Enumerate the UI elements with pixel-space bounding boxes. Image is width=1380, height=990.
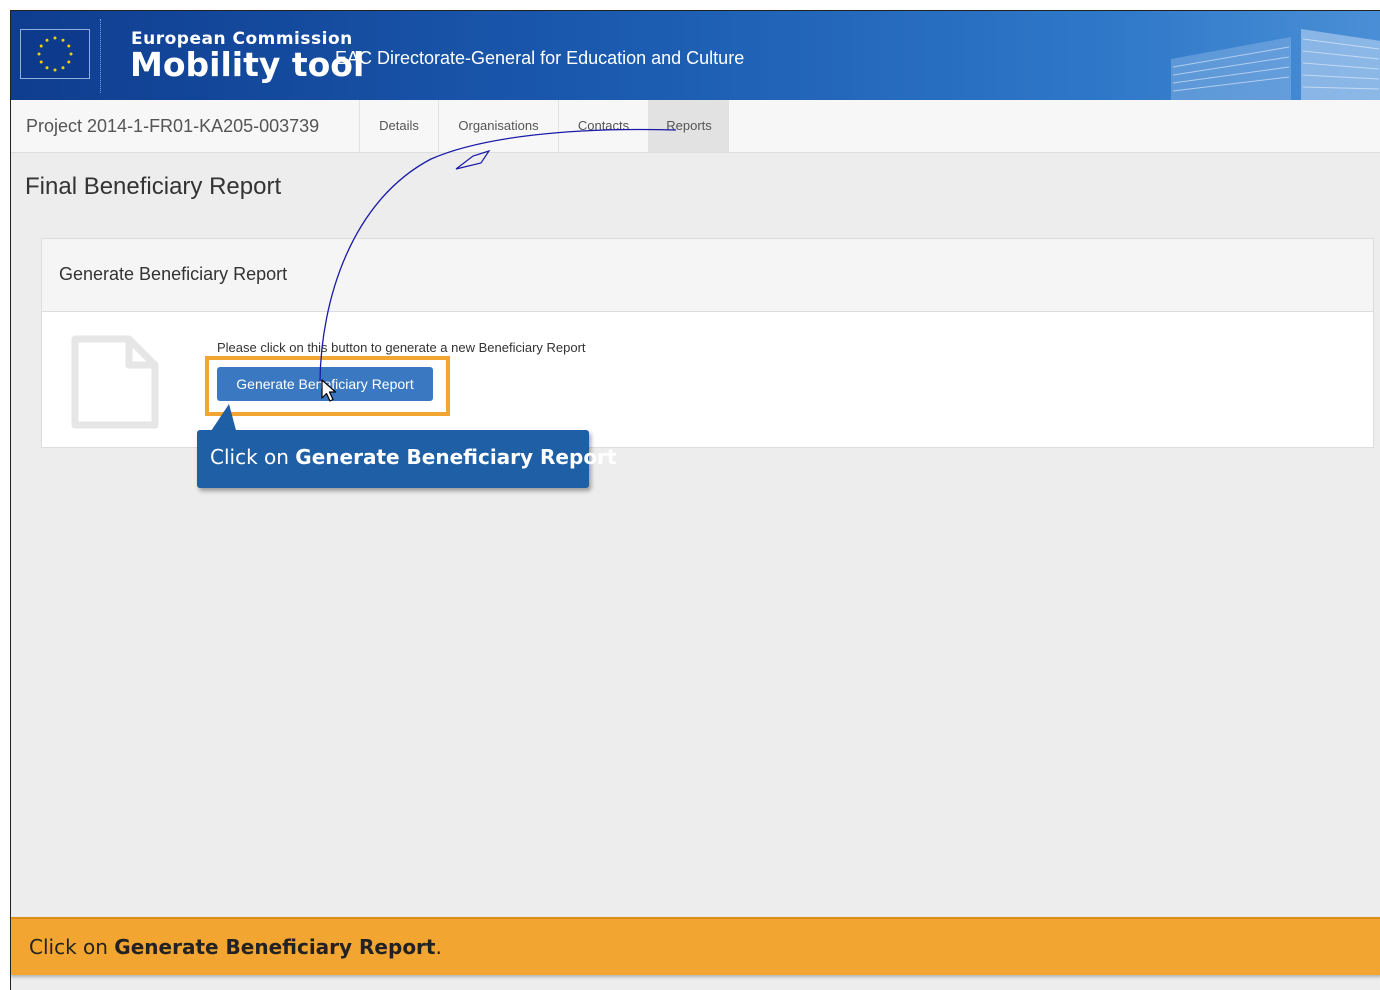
annotation-arrow [319, 128, 677, 382]
building-graphic [1171, 29, 1380, 100]
instruction-text: Click on Generate Beneficiary Report. [29, 935, 442, 959]
mouse-cursor-icon [321, 379, 337, 402]
callout-text: Click on Generate Beneficiary Report [210, 445, 617, 469]
directorate-name: EAC Directorate-General for Education an… [335, 48, 745, 68]
banner-divider [100, 19, 101, 93]
panel-instruction: Please click on this button to generate … [217, 340, 586, 355]
app-name: Mobility tool [130, 45, 365, 84]
panel-title: Generate Beneficiary Report [59, 264, 288, 284]
tab-reports[interactable]: Reports [648, 100, 729, 152]
tutorial-callout: Click on Generate Beneficiary Report [197, 430, 616, 488]
app-window: European Commission Mobility tool EAC Di… [10, 10, 1380, 990]
panel-header: Generate Beneficiary Report [42, 239, 1373, 312]
project-label: Project 2014-1-FR01-KA205-003739 [26, 116, 320, 136]
tab-organisations[interactable]: Organisations [438, 100, 558, 152]
eu-flag-icon [20, 29, 90, 79]
tab-contacts[interactable]: Contacts [558, 100, 648, 152]
header-banner: European Commission Mobility tool EAC Di… [11, 11, 1380, 100]
project-navbar: Project 2014-1-FR01-KA205-003739 Details… [11, 100, 1380, 153]
instruction-bar: Click on Generate Beneficiary Report. [11, 917, 1380, 975]
document-icon [71, 335, 159, 429]
page-title: Final Beneficiary Report [25, 173, 282, 200]
tab-details[interactable]: Details [359, 100, 438, 152]
